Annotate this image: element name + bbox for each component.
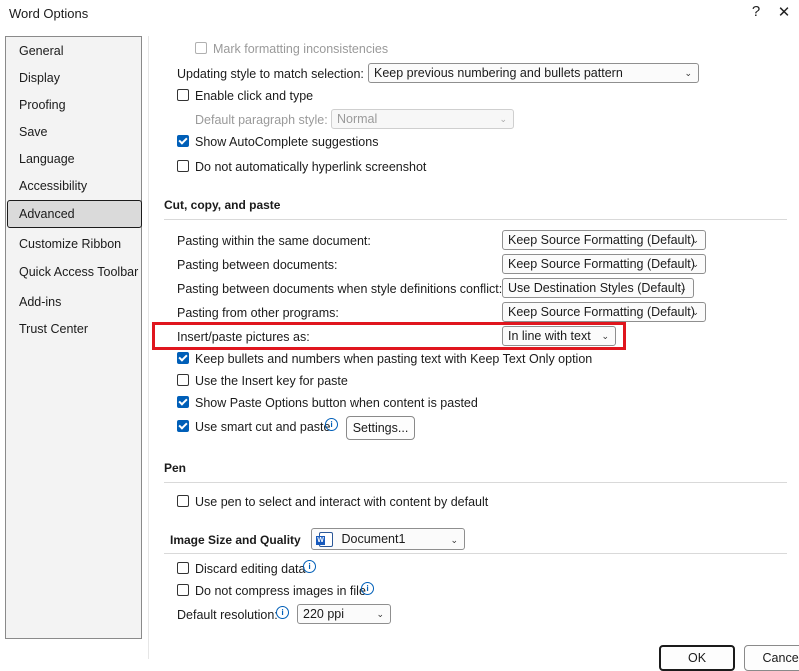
- help-button[interactable]: ?: [746, 3, 766, 20]
- no-hyperlink-label: Do not automatically hyperlink screensho…: [195, 160, 427, 174]
- section-title-pen: Pen: [164, 461, 187, 475]
- paste-same-doc-label: Pasting within the same document:: [177, 234, 371, 248]
- paste-conflict-dropdown[interactable]: Use Destination Styles (Default) ⌄: [502, 278, 694, 298]
- sidebar-item-save[interactable]: Save: [19, 125, 48, 139]
- sidebar-item-quick-access-toolbar[interactable]: Quick Access Toolbar: [19, 265, 138, 279]
- insert-pictures-dropdown[interactable]: In line with text ⌄: [502, 326, 616, 346]
- default-paragraph-value: Normal: [337, 112, 378, 126]
- default-paragraph-dropdown[interactable]: Normal ⌄: [331, 109, 514, 129]
- cancel-button[interactable]: Cancel: [744, 645, 799, 671]
- no-compress-checkbox[interactable]: [177, 584, 189, 596]
- chevron-down-icon: ⌄: [691, 259, 699, 269]
- section-separator: [164, 553, 787, 554]
- chevron-down-icon: ⌄: [691, 235, 699, 245]
- content-divider: [148, 36, 149, 659]
- chevron-down-icon: ⌄: [499, 114, 507, 124]
- smart-cut-checkbox[interactable]: [177, 420, 189, 432]
- sidebar-item-display[interactable]: Display: [19, 71, 60, 85]
- paste-options-label: Show Paste Options button when content i…: [195, 396, 478, 410]
- sidebar-item-accessibility[interactable]: Accessibility: [19, 179, 87, 193]
- no-hyperlink-checkbox[interactable]: [177, 160, 189, 172]
- default-resolution-label: Default resolution:: [177, 608, 278, 622]
- autocomplete-checkbox[interactable]: [177, 135, 189, 147]
- updating-style-label: Updating style to match selection:: [177, 67, 364, 81]
- image-document-value: Document1: [341, 532, 406, 546]
- chevron-down-icon: ⌄: [601, 331, 609, 341]
- discard-editing-label: Discard editing data: [195, 562, 306, 576]
- sidebar-item-advanced[interactable]: Advanced: [19, 207, 75, 221]
- section-title-image-quality: Image Size and Quality: [170, 533, 301, 547]
- word-document-icon: [316, 532, 333, 548]
- sidebar-item-add-ins[interactable]: Add-ins: [19, 295, 61, 309]
- chevron-down-icon: ⌄: [376, 609, 384, 619]
- paste-conflict-label: Pasting between documents when style def…: [177, 282, 503, 296]
- paste-same-doc-value: Keep Source Formatting (Default): [508, 233, 695, 247]
- paste-between-docs-value: Keep Source Formatting (Default): [508, 257, 695, 271]
- info-icon: i: [303, 560, 316, 573]
- discard-editing-checkbox[interactable]: [177, 562, 189, 574]
- chevron-down-icon: ⌄: [684, 68, 692, 78]
- chevron-down-icon: ⌄: [679, 283, 687, 293]
- chevron-down-icon: ⌄: [691, 307, 699, 317]
- sidebar-item-general[interactable]: General: [19, 44, 63, 58]
- info-icon: i: [276, 606, 289, 619]
- smart-cut-label: Use smart cut and paste: [195, 420, 331, 434]
- sidebar-item-trust-center[interactable]: Trust Center: [19, 322, 88, 336]
- image-document-dropdown[interactable]: Document1 ⌄: [311, 528, 465, 550]
- click-and-type-label: Enable click and type: [195, 89, 314, 103]
- mark-formatting-checkbox[interactable]: [195, 42, 207, 54]
- section-title-cut-copy-paste: Cut, copy, and paste: [164, 198, 281, 212]
- updating-style-dropdown[interactable]: Keep previous numbering and bullets patt…: [368, 63, 699, 83]
- use-pen-checkbox[interactable]: [177, 495, 189, 507]
- mark-formatting-label: Mark formatting inconsistencies: [213, 42, 389, 56]
- updating-style-value: Keep previous numbering and bullets patt…: [374, 66, 623, 80]
- resolution-value: 220 ppi: [303, 607, 345, 621]
- paste-options-checkbox[interactable]: [177, 396, 189, 408]
- info-icon: i: [361, 582, 374, 595]
- paste-between-docs-label: Pasting between documents:: [177, 258, 338, 272]
- sidebar-item-customize-ribbon[interactable]: Customize Ribbon: [19, 237, 121, 251]
- use-pen-label: Use pen to select and interact with cont…: [195, 495, 489, 509]
- window-title: Word Options: [9, 6, 89, 21]
- insert-pictures-value: In line with text: [508, 329, 591, 343]
- paste-other-programs-value: Keep Source Formatting (Default): [508, 305, 695, 319]
- paste-other-programs-dropdown[interactable]: Keep Source Formatting (Default) ⌄: [502, 302, 706, 322]
- sidebar-item-language[interactable]: Language: [19, 152, 75, 166]
- autocomplete-label: Show AutoComplete suggestions: [195, 135, 379, 149]
- sidebar-item-proofing[interactable]: Proofing: [19, 98, 66, 112]
- settings-button[interactable]: Settings...: [346, 416, 415, 440]
- paste-conflict-value: Use Destination Styles (Default): [508, 281, 686, 295]
- no-compress-label: Do not compress images in file: [195, 584, 366, 598]
- paste-same-doc-dropdown[interactable]: Keep Source Formatting (Default) ⌄: [502, 230, 706, 250]
- paste-other-programs-label: Pasting from other programs:: [177, 306, 339, 320]
- close-icon[interactable]: ✕: [774, 3, 794, 21]
- chevron-down-icon: ⌄: [450, 535, 458, 545]
- section-separator: [164, 219, 787, 220]
- default-paragraph-label: Default paragraph style:: [195, 113, 328, 127]
- keep-bullets-label: Keep bullets and numbers when pasting te…: [195, 352, 593, 366]
- insert-key-checkbox[interactable]: [177, 374, 189, 386]
- keep-bullets-checkbox[interactable]: [177, 352, 189, 364]
- insert-pictures-label: Insert/paste pictures as:: [177, 330, 310, 344]
- click-and-type-checkbox[interactable]: [177, 89, 189, 101]
- options-sidebar: General Display Proofing Save Language A…: [5, 36, 142, 639]
- insert-key-label: Use the Insert key for paste: [195, 374, 348, 388]
- section-separator: [164, 482, 787, 483]
- paste-between-docs-dropdown[interactable]: Keep Source Formatting (Default) ⌄: [502, 254, 706, 274]
- resolution-dropdown[interactable]: 220 ppi ⌄: [297, 604, 391, 624]
- info-icon: i: [325, 418, 338, 431]
- ok-button[interactable]: OK: [659, 645, 735, 671]
